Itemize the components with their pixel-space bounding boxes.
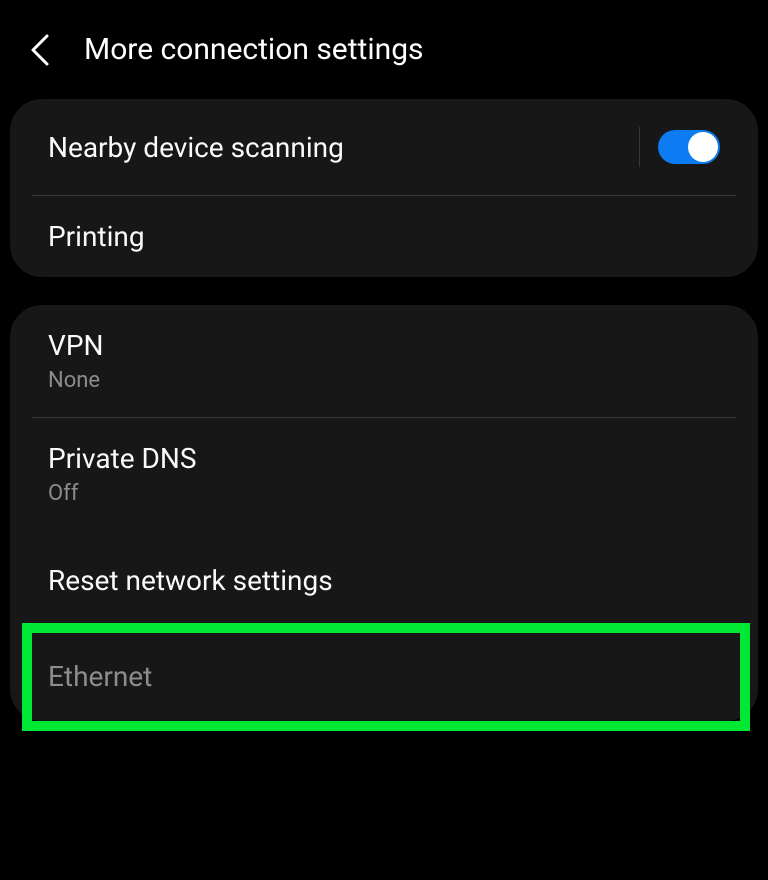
private-dns-item[interactable]: Private DNS Off (10, 418, 758, 530)
chevron-left-icon (29, 33, 51, 67)
settings-group-2: VPN None Private DNS Off Reset network s… (10, 305, 758, 721)
reset-network-settings-item[interactable]: Reset network settings (10, 530, 758, 631)
toggle-divider (639, 127, 640, 167)
nearby-device-scanning-toggle[interactable] (658, 130, 720, 164)
toggle-thumb (688, 132, 718, 162)
item-label: Ethernet (48, 660, 720, 693)
nearby-device-scanning-item[interactable]: Nearby device scanning (10, 99, 758, 195)
vpn-item[interactable]: VPN None (10, 305, 758, 417)
back-button[interactable] (24, 34, 56, 66)
toggle-wrapper (639, 127, 720, 167)
item-label: Private DNS (48, 442, 720, 475)
page-title: More connection settings (84, 32, 424, 67)
item-label: VPN (48, 329, 720, 362)
item-subtitle: Off (48, 481, 720, 506)
printing-item[interactable]: Printing (10, 196, 758, 277)
header: More connection settings (0, 0, 768, 99)
settings-group-1: Nearby device scanning Printing (10, 99, 758, 277)
ethernet-item[interactable]: Ethernet (10, 632, 758, 721)
item-label: Nearby device scanning (48, 131, 344, 164)
item-label: Reset network settings (48, 564, 720, 597)
item-subtitle: None (48, 368, 720, 393)
item-label: Printing (48, 220, 145, 253)
